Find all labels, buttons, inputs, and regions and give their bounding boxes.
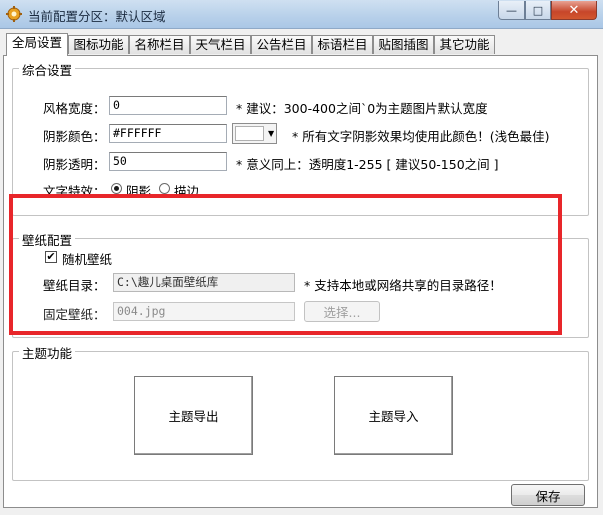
group-title: 主题功能 [19,343,76,362]
color-picker-dropdown[interactable]: ▼ [232,123,277,144]
general-settings-group: 综合设置 风格宽度： 0 * 建议：300-400之间`0为主题图片默认宽度 阴… [12,60,589,216]
tab-icon-functions[interactable]: 图标功能 [68,35,129,54]
shadow-alpha-hint: * 意义同上：透明度1-255 [ 建议50-150之间 ] [236,157,499,172]
close-button[interactable]: ✕ [551,1,597,20]
tab-weather-column[interactable]: 天气栏目 [190,35,251,54]
group-title: 综合设置 [19,60,76,79]
theme-functions-group: 主题功能 主题导出 主题导入 [12,343,589,481]
shadow-alpha-input[interactable]: 50 [109,152,227,171]
tab-notice-column[interactable]: 公告栏目 [251,35,312,54]
wallpaper-directory-input[interactable]: C:\趣儿桌面壁纸库 [113,273,295,292]
text-effect-label: 文字特效： [43,184,106,199]
theme-import-button[interactable]: 主题导入 [334,376,453,455]
minimize-button[interactable]: — [498,1,525,20]
group-title: 壁纸配置 [19,230,76,249]
shadow-color-label: 阴影颜色： [43,129,106,144]
tab-slogan-column[interactable]: 标语栏目 [312,35,373,54]
tab-other-functions[interactable]: 其它功能 [434,35,495,54]
choose-wallpaper-button[interactable]: 选择... [304,301,380,322]
color-swatch [235,126,264,141]
tab-global-settings[interactable]: 全局设置 [6,33,68,56]
style-width-input[interactable]: 0 [109,96,227,115]
save-button[interactable]: 保存 [511,484,585,506]
shadow-color-hint: * 所有文字阴影效果均使用此颜色！(浅色最佳) [292,129,550,144]
wallpaper-directory-label: 壁纸目录： [43,278,106,293]
random-wallpaper-checkbox[interactable]: ✔ [45,251,57,263]
wallpaper-settings-group: 壁纸配置 ✔ 随机壁纸 壁纸目录： C:\趣儿桌面壁纸库 * 支持本地或网络共享… [12,230,589,338]
tab-panel: 综合设置 风格宽度： 0 * 建议：300-400之间`0为主题图片默认宽度 阴… [3,55,598,508]
fixed-wallpaper-input[interactable]: 004.jpg [113,302,295,321]
window-title: 当前配置分区：默认区域 [28,9,166,24]
fixed-wallpaper-label: 固定壁纸： [43,307,106,322]
radio-stroke-label: 描边 [174,184,200,199]
theme-export-button[interactable]: 主题导出 [134,376,253,455]
maximize-button[interactable]: □ [525,1,551,20]
radio-stroke[interactable] [159,183,170,194]
shadow-alpha-label: 阴影透明： [43,157,106,172]
gear-icon [6,6,22,22]
wallpaper-directory-hint: * 支持本地或网络共享的目录路径！ [304,278,502,293]
style-width-hint: * 建议：300-400之间`0为主题图片默认宽度 [236,101,488,116]
random-wallpaper-label: 随机壁纸 [62,252,113,267]
radio-shadow[interactable] [111,183,122,194]
chevron-down-icon: ▼ [268,129,275,138]
shadow-color-input[interactable]: #FFFFFF [109,124,227,143]
style-width-label: 风格宽度： [43,101,106,116]
title-bar[interactable]: 当前配置分区：默认区域 — □ ✕ [0,0,603,29]
radio-shadow-label: 阴影 [126,184,152,199]
tab-sticker-images[interactable]: 贴图插图 [373,35,434,54]
tab-name-column[interactable]: 名称栏目 [129,35,190,54]
